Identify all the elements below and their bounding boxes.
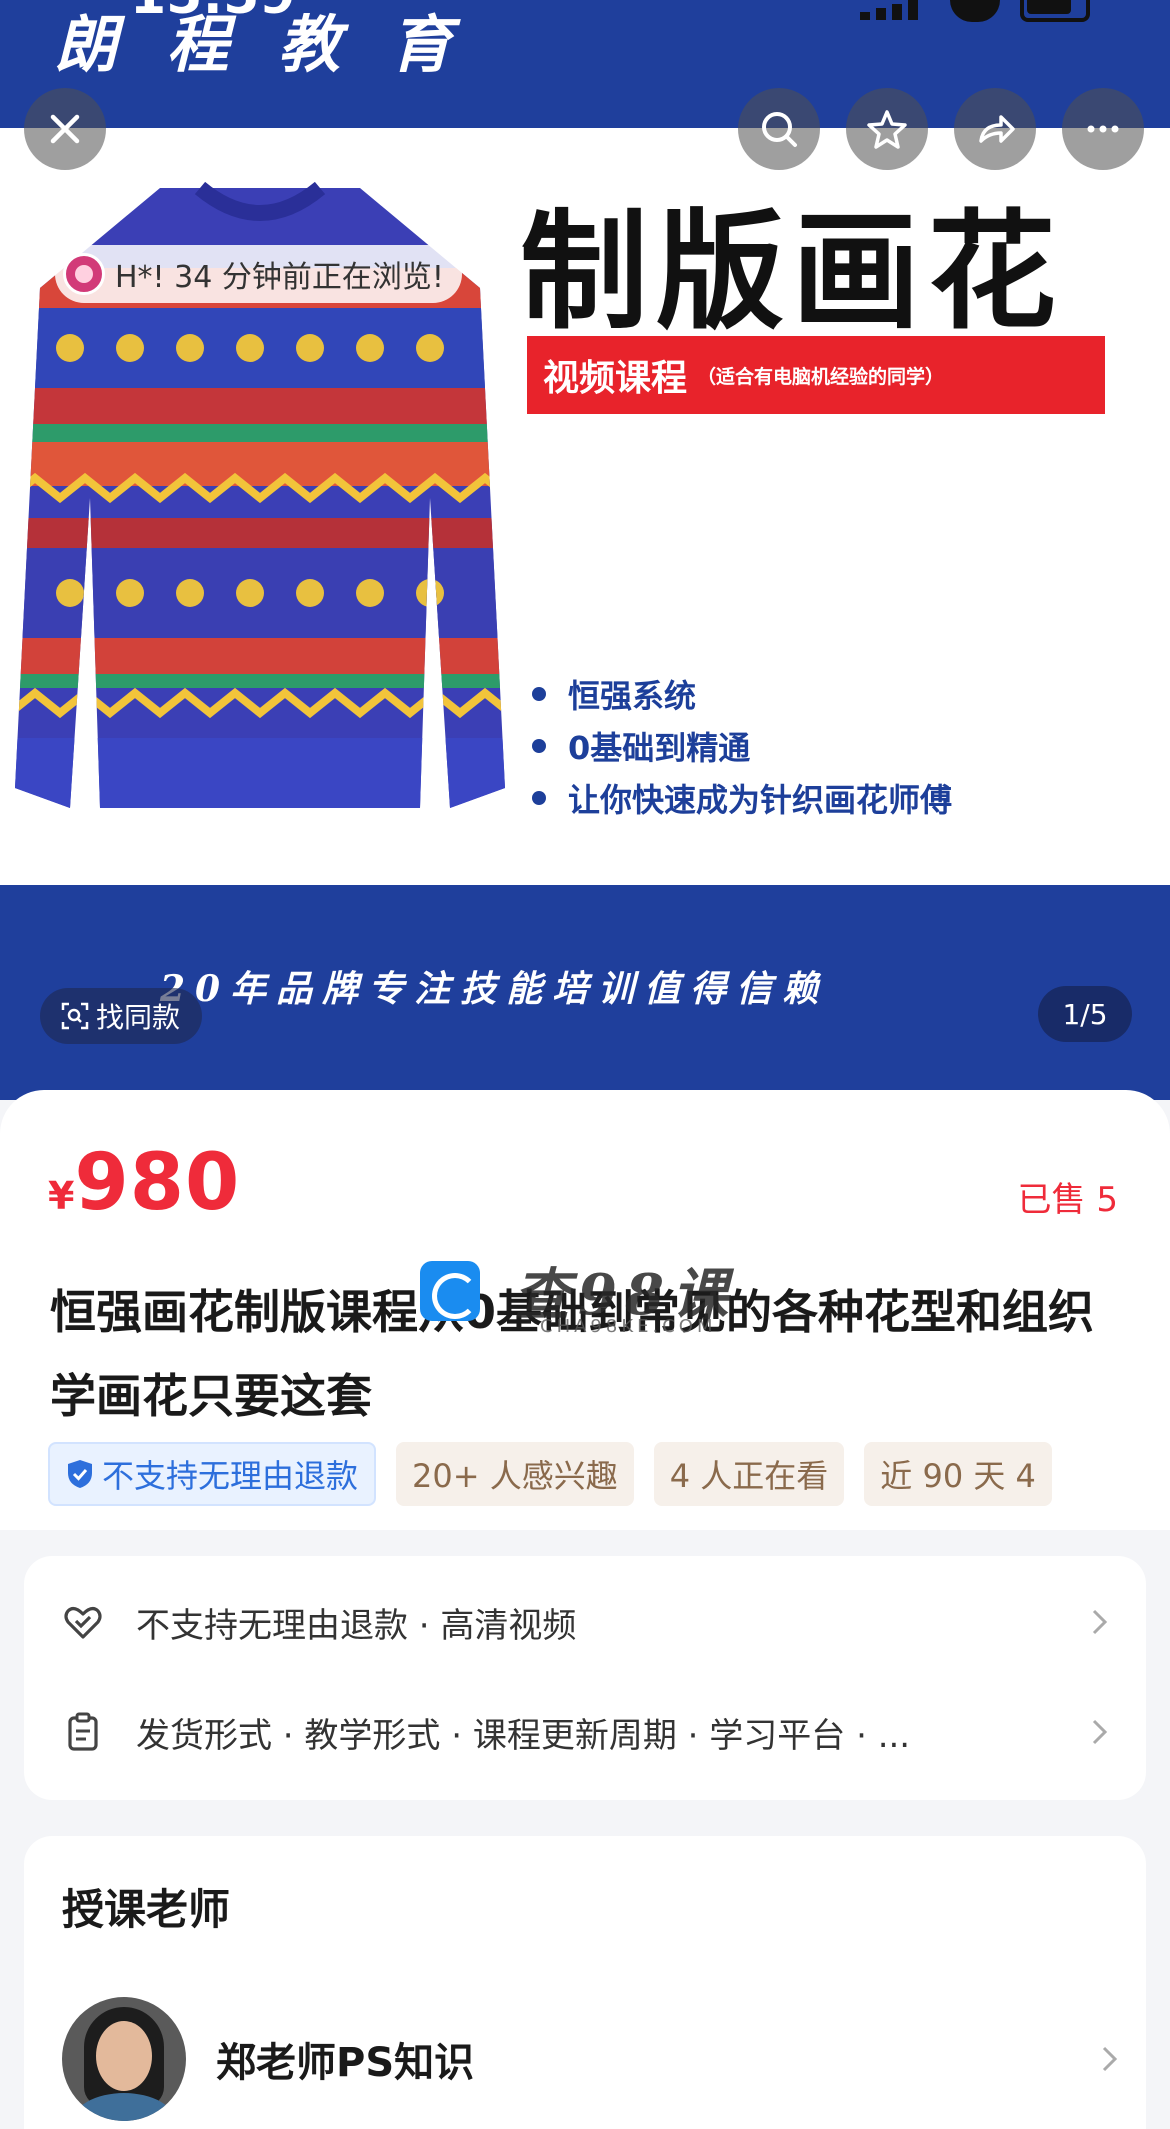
price-value: 980: [74, 1138, 241, 1228]
poster-slogan: 20年品牌专注技能培训值得信赖: [160, 968, 829, 1010]
product-tags: 不支持无理由退款 20+ 人感兴趣 4 人正在看 近 90 天 4: [48, 1442, 1123, 1506]
product-poster: 制版画花 视频课程 （适合有电脑机经验的同学） 恒强系统 0基础到精通 让你快速…: [0, 128, 1170, 885]
clipboard-icon: [68, 1712, 98, 1751]
poster-badge-note: （适合有电脑机经验的同学）: [697, 365, 945, 388]
poster-badge: 视频课程 （适合有电脑机经验的同学）: [527, 336, 1105, 414]
poster-title: 制版画花: [520, 198, 1065, 347]
scan-icon: [61, 1002, 89, 1030]
tag-refund-policy[interactable]: 不支持无理由退款: [48, 1442, 377, 1506]
teacher-avatar: [62, 1997, 186, 2121]
share-icon: [979, 115, 1015, 143]
watermark: 查98课 CHA98KE.COM: [420, 1250, 736, 1337]
signal-icon: [860, 0, 920, 20]
service-guarantee-text: 不支持无理由退款 · 高清视频: [136, 1605, 577, 1646]
poster-badge-main: 视频课程: [543, 358, 688, 399]
star-icon: [867, 110, 907, 149]
sold-count: 已售 5: [1017, 1180, 1118, 1220]
status-bar-icons: [860, 0, 1110, 24]
poster-points: 恒强系统 0基础到精通 让你快速成为针织画花师傅: [532, 668, 952, 824]
tag-interest-count: 20+ 人感兴趣: [396, 1442, 634, 1506]
bullet-icon: [532, 791, 546, 805]
service-guarantee-row[interactable]: 不支持无理由退款 · 高清视频: [62, 1582, 1112, 1662]
bullet-icon: [532, 687, 546, 701]
bullet-icon: [532, 739, 546, 753]
watermark-logo-icon: [420, 1260, 480, 1321]
poster-point: 恒强系统: [532, 668, 952, 720]
service-params-text: 发货形式 · 教学形式 · 课程更新周期 · 学习平台 · ...: [136, 1715, 911, 1756]
teacher-heading: 授课老师: [62, 1885, 231, 1934]
tag-viewing-count: 4 人正在看: [653, 1442, 845, 1506]
poster-point: 0基础到精通: [532, 720, 952, 772]
image-page-indicator: 1/5: [1038, 986, 1132, 1042]
product-image-carousel[interactable]: 15:59 朗 程 教 育: [0, 0, 1170, 1100]
more-button[interactable]: [1062, 88, 1144, 170]
teacher-row[interactable]: 郑老师PS知识: [62, 1996, 1122, 2122]
viewer-avatar: [63, 253, 105, 295]
price: ¥980: [48, 1138, 240, 1228]
service-params-row[interactable]: 发货形式 · 教学形式 · 课程更新周期 · 学习平台 · ...: [62, 1692, 1112, 1772]
search-icon: [762, 112, 797, 147]
chevron-right-icon: [1102, 2046, 1118, 2072]
favorite-button[interactable]: [846, 88, 928, 170]
teacher-name: 郑老师PS知识: [216, 2040, 475, 2086]
close-icon: [50, 114, 80, 144]
chevron-right-icon: [1092, 1719, 1108, 1745]
heart-shield-icon: [64, 1607, 102, 1639]
currency-symbol: ¥: [48, 1174, 75, 1218]
more-icon: [1087, 125, 1119, 133]
recent-viewer-notice: H*! 34 分钟前正在浏览!: [55, 245, 462, 303]
close-button[interactable]: [24, 88, 106, 170]
chevron-right-icon: [1092, 1609, 1108, 1635]
find-similar-button[interactable]: 找同款: [40, 988, 203, 1044]
wifi-icon: [950, 0, 1000, 22]
shield-check-icon: [68, 1460, 92, 1488]
find-similar-label: 找同款: [96, 1001, 181, 1034]
product-info-card: ¥980 已售 5 恒强画花制版课程从0基础到常见的各种花型和组织学画花只要这套…: [0, 1090, 1170, 1530]
recent-viewer-text: H*! 34 分钟前正在浏览!: [115, 260, 444, 295]
brand-banner: 朗 程 教 育: [55, 8, 466, 81]
poster-point: 让你快速成为针织画花师傅: [532, 772, 952, 824]
share-button[interactable]: [954, 88, 1036, 170]
service-card: 不支持无理由退款 · 高清视频 发货形式 · 教学形式 · 课程更新周期 · 学…: [24, 1556, 1146, 1800]
battery-icon: [1020, 0, 1090, 22]
search-button[interactable]: [738, 88, 820, 170]
teacher-card: 授课老师 郑老师PS知识: [24, 1836, 1146, 2129]
watermark-domain: CHA98KE.COM: [540, 1316, 717, 1337]
tag-recent-sales: 近 90 天 4: [864, 1442, 1052, 1506]
